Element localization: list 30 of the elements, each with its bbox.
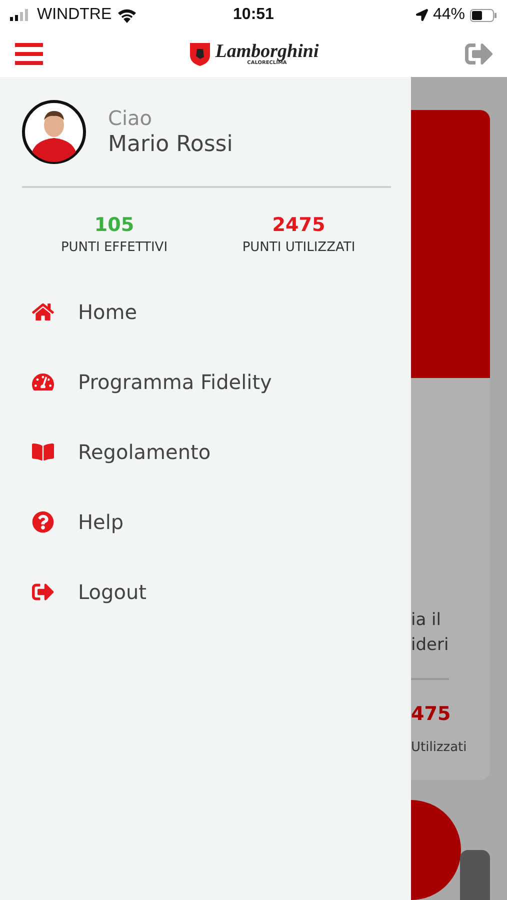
menu-item[interactable]: Home bbox=[22, 277, 391, 347]
user-name: Mario Rossi bbox=[108, 132, 233, 157]
card-text: ideri bbox=[411, 634, 450, 657]
speedometer-icon bbox=[32, 371, 54, 393]
dark-panel bbox=[460, 850, 490, 900]
shield-logo-icon bbox=[189, 40, 212, 66]
clock-time: 10:51 bbox=[233, 6, 274, 24]
menu-item[interactable]: Logout bbox=[22, 557, 391, 627]
home-icon bbox=[32, 301, 54, 323]
book-icon bbox=[32, 441, 54, 463]
points-label: PUNTI UTILIZZATI bbox=[242, 240, 356, 255]
location-icon bbox=[416, 9, 428, 21]
card-text: ia il bbox=[411, 609, 442, 632]
points-label: Utilizzati bbox=[411, 739, 468, 757]
help-icon bbox=[32, 511, 54, 533]
logout-icon bbox=[32, 581, 54, 603]
points-value: 105 bbox=[94, 214, 134, 236]
battery-icon bbox=[470, 8, 497, 22]
menu-item[interactable]: Help bbox=[22, 487, 391, 557]
menu-item[interactable]: Regolamento bbox=[22, 417, 391, 487]
greeting: Ciao bbox=[108, 106, 154, 130]
points-value: 475 bbox=[411, 702, 452, 727]
wifi-icon bbox=[116, 8, 137, 22]
points-value: 2475 bbox=[272, 214, 326, 236]
logo-name: Lamborghini bbox=[215, 42, 319, 60]
menu-item[interactable]: Programma Fidelity bbox=[22, 347, 391, 417]
carrier-name: WINDTRE bbox=[37, 6, 112, 24]
menu-icon[interactable] bbox=[15, 42, 43, 64]
battery-percent: 44% bbox=[432, 6, 465, 24]
points-label: PUNTI EFFETTIVI bbox=[60, 240, 168, 255]
